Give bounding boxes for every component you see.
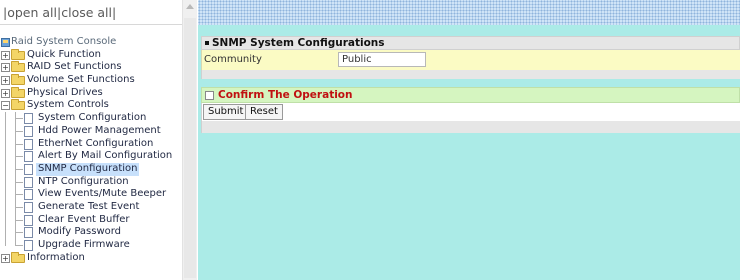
tree-folder-system-controls[interactable]: − System Controls <box>0 99 182 112</box>
tree-item-view-events[interactable]: View Events/Mute Beeper <box>0 188 182 201</box>
tree-item-label: View Events/Mute Beeper <box>38 188 167 200</box>
tree-item-ethernet-configuration[interactable]: EtherNet Configuration <box>0 137 182 151</box>
tree-item-label: Generate Test Event <box>38 200 140 212</box>
tree-item-label: Modify Password <box>38 226 122 238</box>
navigation-frame: |open all|close all| Raid System Console… <box>0 0 197 280</box>
community-row: Community <box>201 50 740 70</box>
tree-folder-label: Physical Drives <box>27 86 103 98</box>
page-icon <box>24 176 33 188</box>
tree-item-clear-event-buffer[interactable]: Clear Event Buffer <box>0 213 182 227</box>
confirm-checkbox[interactable] <box>205 91 214 100</box>
tree-folder-label: Volume Set Functions <box>27 74 135 86</box>
community-input[interactable] <box>338 52 426 67</box>
page-icon <box>24 163 33 175</box>
divider <box>201 70 740 79</box>
tree-folder-label: System Controls <box>27 99 109 111</box>
expand-icon[interactable]: + <box>1 50 10 60</box>
tree-folder-quick-function[interactable]: + Quick Function <box>0 48 182 62</box>
tree-folder-physical-drives[interactable]: + Physical Drives <box>0 86 182 100</box>
tree-folder-volume-set-functions[interactable]: + Volume Set Functions <box>0 74 182 87</box>
page-icon <box>24 227 33 239</box>
navigation-tree: Raid System Console + Quick Function + R… <box>0 36 182 264</box>
scrollbar[interactable] <box>182 0 197 280</box>
section-header: SNMP System Configurations <box>201 36 740 50</box>
tree-item-system-configuration[interactable]: System Configuration <box>0 112 182 125</box>
tree-root[interactable]: Raid System Console <box>0 36 182 49</box>
expand-icon[interactable]: + <box>1 63 10 73</box>
tree-item-hdd-power-management[interactable]: Hdd Power Management <box>0 124 182 138</box>
tree-item-label: EtherNet Configuration <box>38 137 154 149</box>
close-all-link[interactable]: close all <box>61 5 112 20</box>
tree-folder-label: RAID Set Functions <box>27 61 122 73</box>
section-title: SNMP System Configurations <box>212 37 385 49</box>
page-icon <box>24 189 33 201</box>
tree-folder-raid-set-functions[interactable]: + RAID Set Functions <box>0 61 182 74</box>
page-icon <box>24 201 33 213</box>
console-icon <box>1 38 10 47</box>
expand-icon[interactable]: + <box>1 76 10 86</box>
tree-item-label: Alert By Mail Configuration <box>38 150 173 162</box>
page-icon <box>24 138 33 150</box>
page-icon <box>24 113 33 125</box>
folder-icon <box>11 61 25 73</box>
page-icon <box>24 125 33 137</box>
confirm-row: Confirm The Operation <box>201 87 740 103</box>
content-frame: SNMP System Configurations Community Con… <box>198 0 740 280</box>
open-all-link[interactable]: open all <box>7 5 57 20</box>
expand-icon[interactable]: + <box>1 253 10 263</box>
open-folder-icon <box>11 99 25 111</box>
spacer <box>201 79 740 87</box>
tree-item-generate-test-event[interactable]: Generate Test Event <box>0 200 182 214</box>
tree-item-label-selected: SNMP Configuration <box>36 162 140 176</box>
folder-icon <box>11 74 25 86</box>
tree-toolbar: |open all|close all| <box>0 0 182 25</box>
tree-item-label: Clear Event Buffer <box>38 213 130 225</box>
tree-item-alert-by-mail-configuration[interactable]: Alert By Mail Configuration <box>0 150 182 163</box>
expand-icon[interactable]: + <box>1 88 10 98</box>
tree-item-ntp-configuration[interactable]: NTP Configuration <box>0 175 182 189</box>
tree-item-label: System Configuration <box>38 112 147 124</box>
tree-item-label: Hdd Power Management <box>38 124 161 136</box>
divider <box>201 121 740 133</box>
folder-icon <box>11 48 25 60</box>
community-label: Community <box>204 54 262 65</box>
tree-folder-label: Quick Function <box>27 48 101 60</box>
confirm-label: Confirm The Operation <box>218 89 353 101</box>
tree-item-snmp-configuration[interactable]: SNMP Configuration <box>0 162 182 176</box>
header-banner <box>198 0 740 25</box>
page-icon <box>24 240 33 251</box>
folder-icon <box>11 251 25 263</box>
scroll-thumb[interactable] <box>184 18 196 278</box>
collapse-icon[interactable]: − <box>1 101 10 111</box>
tree-item-modify-password[interactable]: Modify Password <box>0 226 182 239</box>
snmp-config-form: SNMP System Configurations Community Con… <box>201 36 740 133</box>
button-row: Submit Reset <box>201 103 740 121</box>
page-icon <box>24 151 33 163</box>
submit-button[interactable]: Submit <box>203 104 249 120</box>
tree-item-label: Upgrade Firmware <box>38 239 130 250</box>
tree-root-label: Raid System Console <box>11 36 117 47</box>
tree-folder-label: Information <box>27 251 85 263</box>
reset-button[interactable]: Reset <box>245 104 283 120</box>
tree-item-upgrade-firmware[interactable]: Upgrade Firmware <box>0 239 182 252</box>
separator: | <box>112 5 117 20</box>
page-icon <box>24 214 33 226</box>
scroll-up-icon[interactable] <box>186 4 194 9</box>
tree-item-label: NTP Configuration <box>38 175 129 187</box>
folder-icon <box>11 86 25 98</box>
tree-folder-information[interactable]: + Information <box>0 251 182 265</box>
bullet-icon <box>205 41 209 45</box>
